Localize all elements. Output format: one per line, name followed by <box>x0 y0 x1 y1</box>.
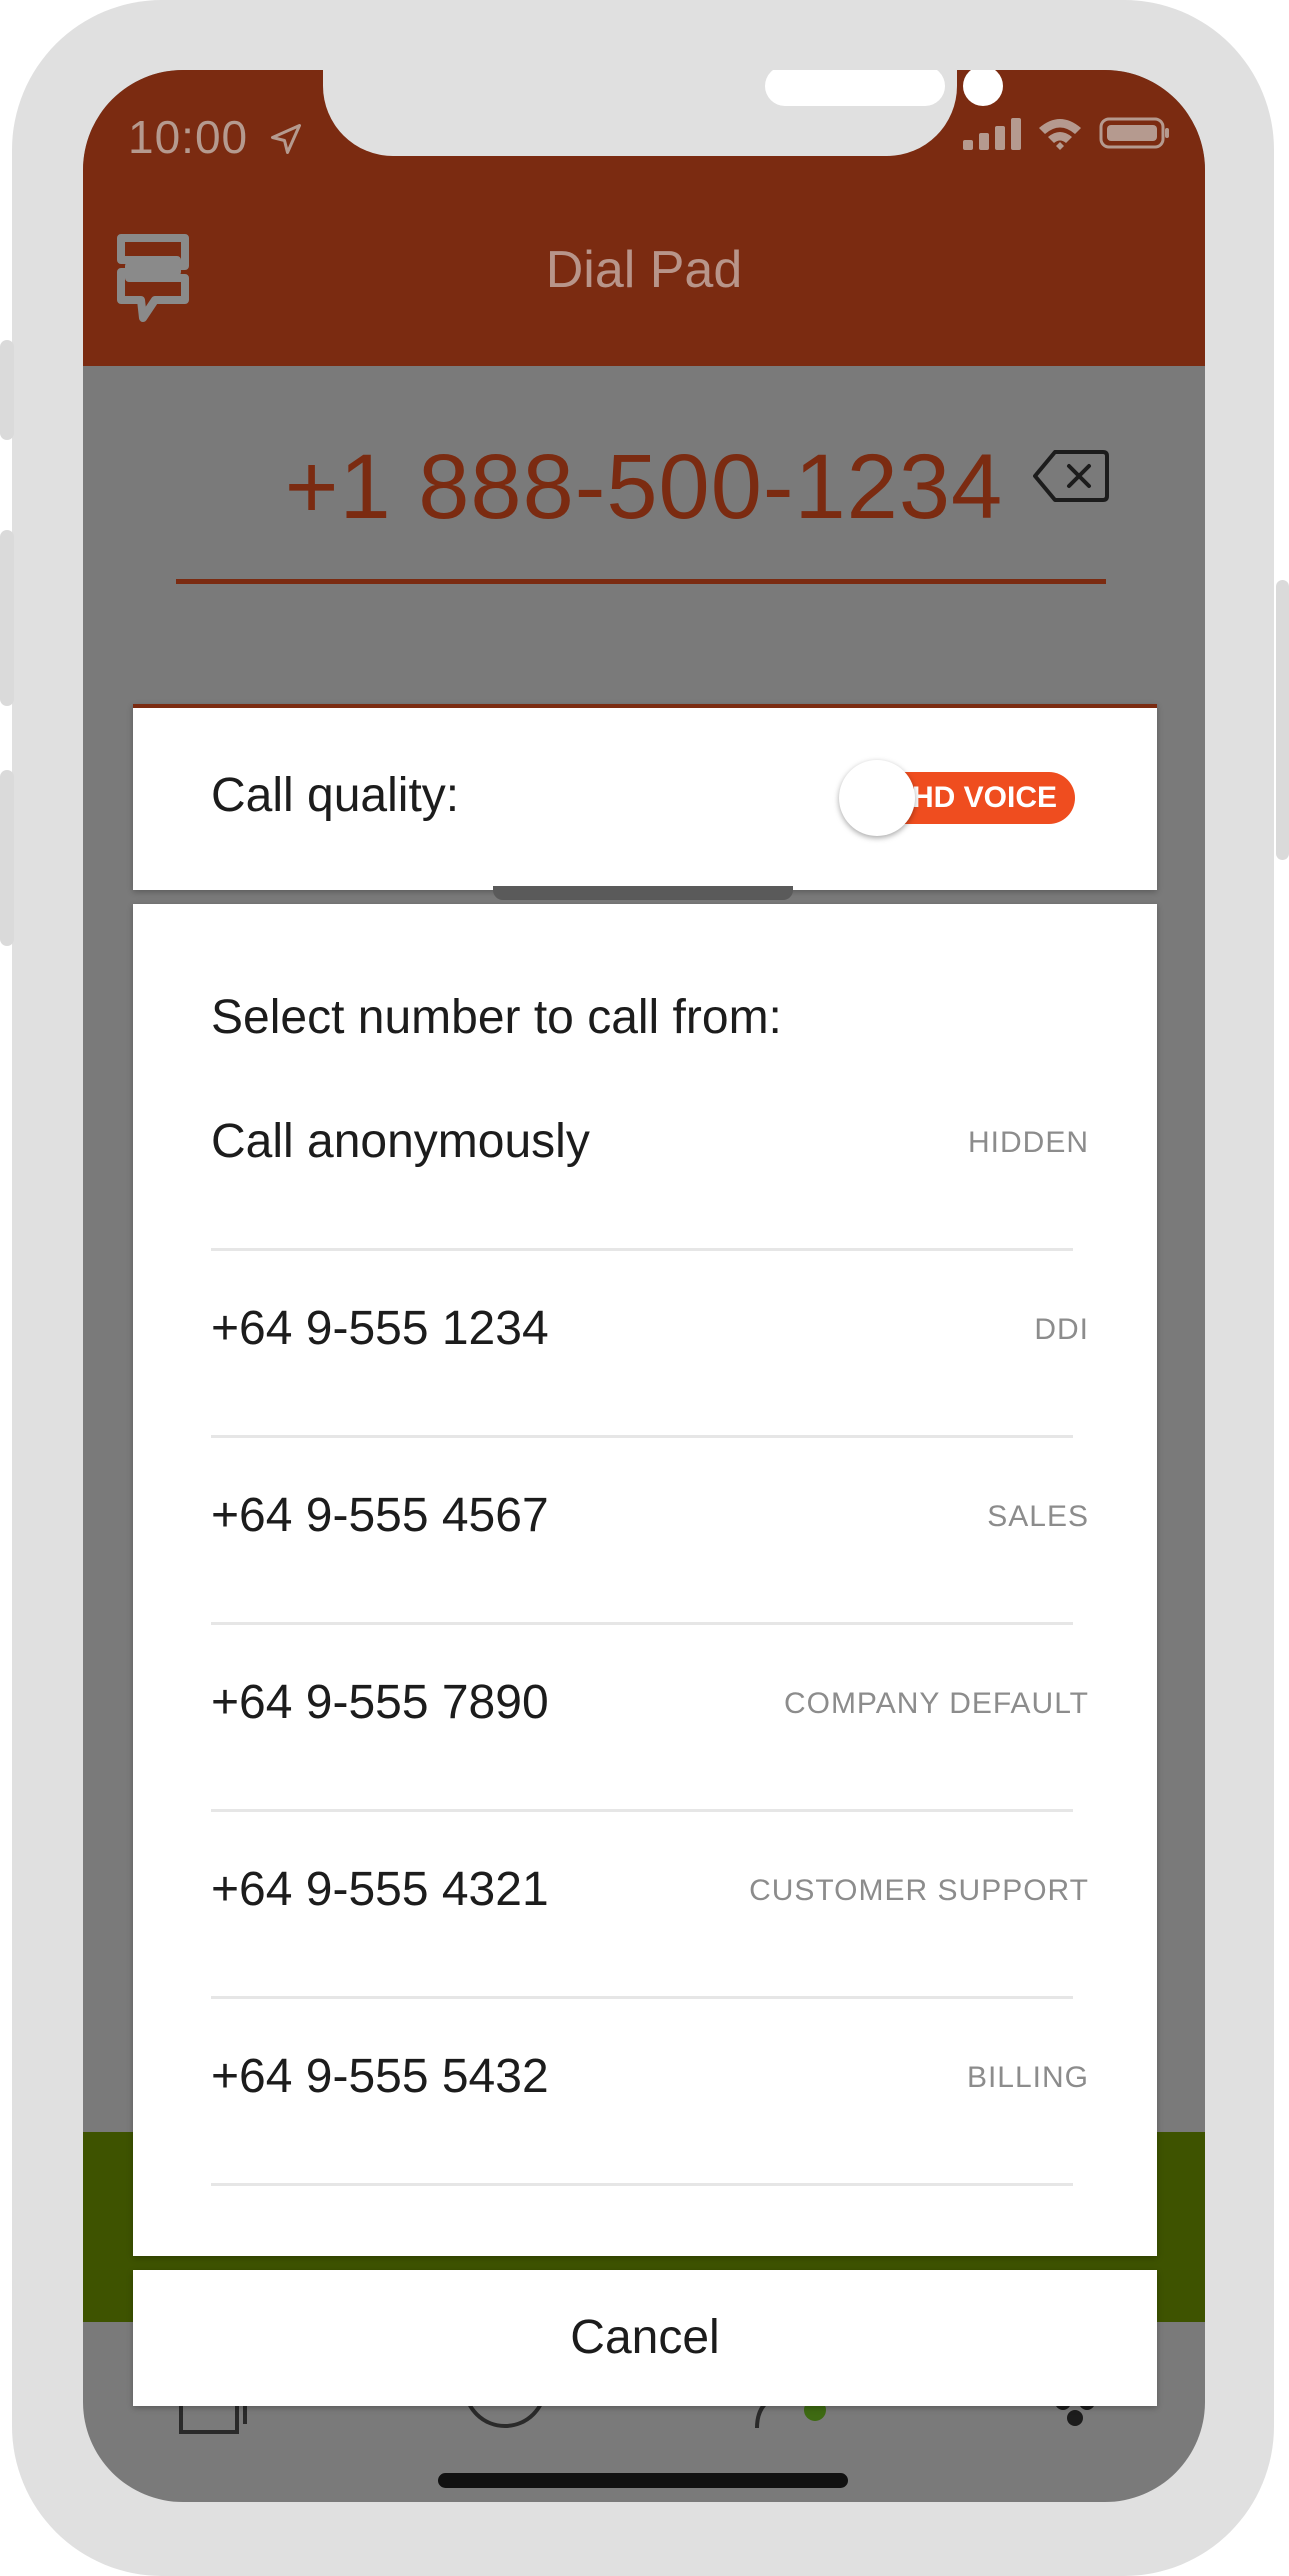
caller-id-tag: SALES <box>987 1500 1089 1533</box>
speaker-grille <box>765 70 945 106</box>
power-button <box>1276 580 1289 860</box>
caller-id-number: +64 9-555 5432 <box>211 2050 549 2103</box>
caller-id-tag: CUSTOMER SUPPORT <box>749 1874 1089 1907</box>
hd-voice-toggle[interactable]: HD VOICE <box>839 760 1075 836</box>
status-time: 10:00 <box>128 110 304 164</box>
caller-id-title: Select number to call from: <box>211 991 782 1044</box>
caller-id-option[interactable]: +64 9-555 4321 CUSTOMER SUPPORT <box>211 1812 1088 1999</box>
backspace-icon[interactable] <box>1033 448 1109 504</box>
cancel-label: Cancel <box>570 2311 720 2364</box>
caller-id-option[interactable]: +64 9-555 1234 DDI <box>211 1251 1088 1438</box>
cancel-button[interactable]: Cancel <box>133 2270 1157 2406</box>
volume-down-button <box>0 770 14 946</box>
caller-id-option[interactable]: Call anonymously HIDDEN <box>211 1064 1088 1251</box>
call-quality-label: Call quality: <box>211 769 460 822</box>
caller-id-tag: HIDDEN <box>967 1126 1089 1159</box>
call-quality-panel: Call quality: HD VOICE <box>133 704 1157 890</box>
notch <box>323 70 1003 156</box>
row-divider <box>211 2183 1073 2186</box>
home-indicator[interactable] <box>438 2473 848 2488</box>
phone-screen: 10:00 Dial Pad +1 888-500-1234 Call qual… <box>83 70 1205 2502</box>
caller-id-number: +64 9-555 4567 <box>211 1489 549 1542</box>
cellular-signal-icon <box>963 118 1021 150</box>
status-time-text: 10:00 <box>128 111 249 163</box>
caller-id-number: +64 9-555 1234 <box>211 1302 549 1355</box>
page-title: Dial Pad <box>545 241 743 299</box>
caller-id-tag: BILLING <box>966 2061 1089 2094</box>
caller-id-selector: Select number to call from: Call anonymo… <box>133 904 1157 2256</box>
caller-id-number: +64 9-555 4321 <box>211 1863 549 1916</box>
number-underline <box>176 579 1106 584</box>
caller-id-tag: DDI <box>1034 1313 1089 1346</box>
hd-voice-label: HD VOICE <box>911 781 1057 814</box>
volume-up-button <box>0 530 14 706</box>
location-arrow-icon <box>270 124 301 154</box>
caller-id-tag: COMPANY DEFAULT <box>783 1687 1089 1720</box>
front-camera <box>963 70 1003 106</box>
panel-divider <box>493 886 793 900</box>
battery-icon <box>1099 117 1169 149</box>
caller-id-number: +64 9-555 7890 <box>211 1676 549 1729</box>
caller-id-option[interactable]: +64 9-555 4567 SALES <box>211 1438 1088 1625</box>
caller-id-option[interactable]: +64 9-555 5432 BILLING <box>211 1999 1088 2186</box>
silent-switch <box>0 340 14 440</box>
caller-id-option[interactable]: +64 9-555 7890 COMPANY DEFAULT <box>211 1625 1088 1812</box>
app-header: 10:00 Dial Pad <box>83 70 1205 366</box>
toggle-knob[interactable] <box>839 760 915 836</box>
status-indicators <box>963 116 1171 150</box>
caller-id-number: Call anonymously <box>211 1115 590 1168</box>
wifi-icon <box>1039 119 1081 150</box>
